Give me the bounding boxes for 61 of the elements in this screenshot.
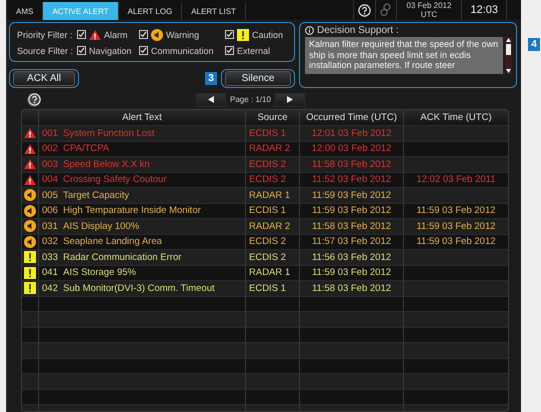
table-cell: RADAR 2 xyxy=(246,219,300,234)
table-cell: ECDIS 2 xyxy=(246,250,300,265)
table-cell: 11:59 03 Feb 2012 xyxy=(416,205,496,216)
filter-label: Communication xyxy=(151,46,214,56)
timezone-text: UTC xyxy=(420,10,438,20)
table-cell: RADAR 1 xyxy=(246,188,300,203)
column-header: ACK Time (UTC) xyxy=(419,111,493,126)
alert-text[interactable]: 005 Target Capacity xyxy=(39,188,246,203)
alert-text[interactable]: 003 Speed Below X.X kn xyxy=(39,157,246,172)
ack-all-button[interactable]: ACK All xyxy=(13,71,75,86)
silence-button[interactable]: Silence xyxy=(225,71,291,86)
table-cell: 11:59 03 Feb 2012 xyxy=(300,204,404,218)
alert-text[interactable]: 002 CPA/TCPA xyxy=(39,142,246,156)
page-indicator: Page : 1/10 xyxy=(230,95,271,104)
alert-text[interactable]: 033 Radar Communication Error xyxy=(39,250,246,265)
filter-caption: Priority Filter : xyxy=(17,30,74,40)
decision-support-text: Kalman filter required that the speed of the own ship is more than speed limit set in ecdis installation parameters. If route steer xyxy=(305,37,503,74)
filter-label: Navigation xyxy=(89,46,132,56)
table-cell: 11:52 03 Feb 2012 xyxy=(300,172,404,188)
alert-text[interactable]: 042 Sub Monitor(DVI-3) Comm. Timeout xyxy=(39,281,246,296)
panel-title: Decision Support : xyxy=(317,25,399,36)
table-cell: 11:59 03 Feb 2012 xyxy=(416,236,496,248)
callout-badge: 3 xyxy=(205,72,217,86)
filter-label: Warning xyxy=(166,30,200,40)
table-cell: 12:02 03 Feb 2011 xyxy=(416,174,496,186)
table-cell: 11:58 03 Feb 2012 xyxy=(300,219,404,234)
table-cell: ECDIS 1 xyxy=(246,204,300,218)
table-cell: 11:59 03 Feb 2012 xyxy=(300,266,404,280)
column-header: Alert Text xyxy=(39,110,246,126)
column-header: Source xyxy=(246,110,300,126)
callout-badge: 4 xyxy=(528,38,540,51)
table-cell: 11:59 03 Feb 2012 xyxy=(416,220,496,232)
alert-text[interactable]: 031 AIS Display 100% xyxy=(39,219,246,234)
tab[interactable]: ALERT LOG xyxy=(118,2,182,20)
filter-caption: Source Filter : xyxy=(17,46,74,56)
date-text: 03 Feb 2012 xyxy=(406,1,452,10)
table-cell: 12:00 03 Feb 2012 xyxy=(300,142,404,156)
table-cell: 11:58 03 Feb 2012 xyxy=(300,281,404,296)
filter-label: External xyxy=(237,46,270,56)
filter-label: Alarm xyxy=(104,30,128,40)
table-cell: ECDIS 1 xyxy=(246,281,300,296)
table-cell: RADAR 1 xyxy=(246,266,300,280)
clock-time: 12:03 xyxy=(461,0,507,20)
table-cell: 11:56 03 Feb 2012 xyxy=(300,250,404,265)
table-cell: ECDIS 2 xyxy=(246,172,300,188)
table-cell: 11:57 03 Feb 2012 xyxy=(300,234,404,250)
alert-text[interactable]: 006 High Temparature Inside Monitor xyxy=(39,204,246,218)
table-cell: ECDIS 2 xyxy=(246,157,300,172)
alert-text[interactable]: 041 AIS Storage 95% xyxy=(39,266,246,280)
table-cell: RADAR 2 xyxy=(246,142,300,156)
table-cell: 12:01 03 Feb 2012 xyxy=(300,126,404,141)
filter-label: Caution xyxy=(252,30,284,40)
table-cell: ECDIS 2 xyxy=(246,234,300,250)
alert-text[interactable]: 004 Crossing Safety Coutour xyxy=(39,172,246,188)
alert-text[interactable]: 001 System Function Lost xyxy=(39,126,246,141)
alert-text[interactable]: 032 Seaplane Landing Area xyxy=(39,234,246,250)
tab[interactable]: ALERT LIST xyxy=(182,2,246,20)
table-cell: 11:58 03 Feb 2012 xyxy=(300,157,404,172)
column-header: Occurred Time (UTC) xyxy=(300,110,404,126)
table-cell: 11:59 03 Feb 2012 xyxy=(300,188,404,203)
table-cell: ECDIS 1 xyxy=(246,126,300,141)
